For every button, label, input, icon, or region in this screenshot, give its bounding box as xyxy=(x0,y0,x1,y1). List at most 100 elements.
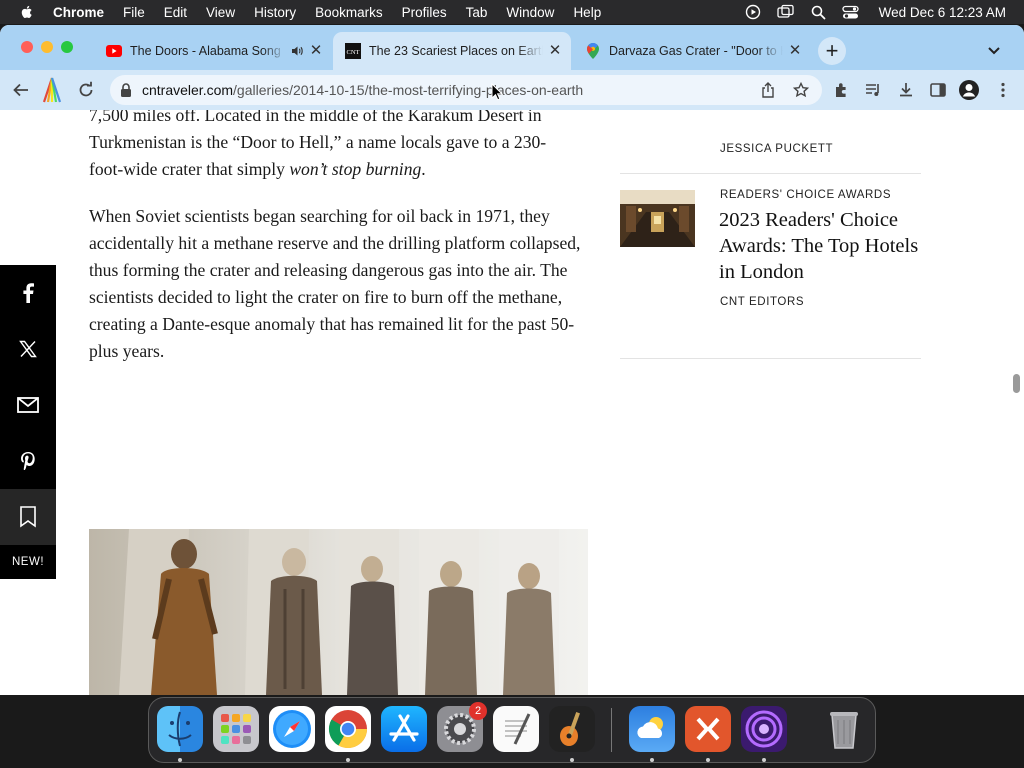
url-host: cntraveler.com xyxy=(142,82,234,98)
mouse-cursor-icon xyxy=(491,83,503,101)
svg-text:CNT: CNT xyxy=(347,49,360,56)
sidebar-divider xyxy=(620,173,921,174)
menu-edit[interactable]: Edit xyxy=(164,5,187,20)
hotel-thumbnail[interactable] xyxy=(620,190,695,247)
share-icon[interactable] xyxy=(760,82,776,98)
running-indicator xyxy=(570,758,574,762)
close-tab-icon[interactable]: ✕ xyxy=(308,43,324,59)
tab-cnt[interactable]: CNT The 23 Scariest Places on Earth ✕ xyxy=(333,32,571,70)
mail-icon xyxy=(17,397,39,413)
article-paragraph: When Soviet scientists began searching f… xyxy=(89,206,581,361)
menu-bar: Chrome File Edit View History Bookmarks … xyxy=(0,0,1024,24)
dock: 2 xyxy=(148,697,876,763)
running-indicator xyxy=(178,758,182,762)
article-line: 7,500 miles off. Located in the middle o… xyxy=(89,110,542,125)
tab-strip: The Doors - Alabama Song ✕ CNT The 23 Sc… xyxy=(0,25,1024,70)
menu-view[interactable]: View xyxy=(206,5,235,20)
web-page: 7,500 miles off. Located in the middle o… xyxy=(0,110,1024,695)
bookmark-icon xyxy=(20,506,36,528)
x-icon xyxy=(19,340,37,358)
save-bookmark-button[interactable] xyxy=(0,489,56,545)
speaker-icon[interactable] xyxy=(290,44,304,58)
download-icon[interactable] xyxy=(897,81,915,99)
zoom-window-button[interactable] xyxy=(61,41,73,53)
app-store-icon[interactable] xyxy=(381,706,427,752)
article-paragraph: 7,500 miles off. Located in the middle o… xyxy=(89,110,594,183)
facebook-icon xyxy=(23,283,34,303)
sidebar-divider xyxy=(620,358,921,359)
control-center-icon[interactable] xyxy=(842,5,859,20)
close-tab-icon[interactable]: ✕ xyxy=(787,43,803,59)
apple-icon[interactable] xyxy=(19,4,35,20)
tab-title: Darvaza Gas Crater - "Door to Hell" xyxy=(609,44,783,58)
now-playing-icon[interactable] xyxy=(745,4,761,20)
new-tab-button[interactable]: + xyxy=(818,37,846,65)
article-line: Turkmenistan is the “Door to Hell,” a na… xyxy=(89,132,547,152)
youtube-icon xyxy=(106,43,122,59)
menu-file[interactable]: File xyxy=(123,5,145,20)
close-window-button[interactable] xyxy=(21,41,33,53)
tab-title: The 23 Scariest Places on Earth xyxy=(369,44,543,58)
x-share-button[interactable] xyxy=(0,321,56,377)
running-indicator xyxy=(346,758,350,762)
prism-extension-icon[interactable] xyxy=(40,76,64,104)
menu-profiles[interactable]: Profiles xyxy=(402,5,447,20)
pinterest-icon xyxy=(21,452,35,470)
minimize-window-button[interactable] xyxy=(41,41,53,53)
menu-window[interactable]: Window xyxy=(506,5,554,20)
finder-icon[interactable] xyxy=(157,706,203,752)
menu-tab[interactable]: Tab xyxy=(466,5,488,20)
article-text: foot-wide crater that simply xyxy=(89,159,290,179)
share-rail: NEW! xyxy=(0,265,56,579)
article-line: foot-wide crater that simply won’t stop … xyxy=(89,156,594,183)
close-tab-icon[interactable]: ✕ xyxy=(547,43,563,59)
card-author[interactable]: CNT EDITORS xyxy=(720,296,804,308)
side-panel-icon[interactable] xyxy=(929,81,947,99)
launchpad-icon[interactable] xyxy=(213,706,259,752)
running-indicator xyxy=(650,758,654,762)
tab-google-maps[interactable]: Darvaza Gas Crater - "Door to Hell" ✕ xyxy=(573,32,811,70)
spotlight-search-icon[interactable] xyxy=(811,5,826,20)
podcast-icon[interactable] xyxy=(741,706,787,752)
email-share-button[interactable] xyxy=(0,377,56,433)
google-maps-icon xyxy=(585,43,601,59)
extensions-icon[interactable] xyxy=(833,81,851,99)
back-arrow-icon[interactable] xyxy=(12,81,30,99)
chrome-icon[interactable] xyxy=(325,706,371,752)
card-rubric[interactable]: READERS' CHOICE AWARDS xyxy=(720,189,891,201)
menu-help[interactable]: Help xyxy=(573,5,601,20)
sidebar-author[interactable]: JESSICA PUCKETT xyxy=(720,143,833,155)
media-controls-icon[interactable] xyxy=(864,81,882,99)
url-path: /galleries/2014-10-15/the-most-terrifyin… xyxy=(233,82,584,98)
more-menu-icon[interactable] xyxy=(994,81,1012,99)
safari-icon[interactable] xyxy=(269,706,315,752)
garageband-icon[interactable] xyxy=(549,706,595,752)
screen-mirroring-icon[interactable] xyxy=(777,4,795,20)
notification-badge: 2 xyxy=(469,702,487,720)
menubar-clock[interactable]: Wed Dec 6 12:23 AM xyxy=(879,5,1006,20)
pinterest-share-button[interactable] xyxy=(0,433,56,489)
weather-icon[interactable] xyxy=(629,706,675,752)
reload-icon[interactable] xyxy=(77,81,95,99)
tab-title: The Doors - Alabama Song xyxy=(130,44,281,58)
trash-icon[interactable] xyxy=(821,706,867,752)
catacombs-mummies-photo[interactable] xyxy=(89,529,588,695)
browser-toolbar: cntraveler.com/galleries/2014-10-15/the-… xyxy=(0,70,1024,110)
dock-separator xyxy=(611,708,612,752)
profile-avatar-icon[interactable] xyxy=(958,79,980,101)
new-label[interactable]: NEW! xyxy=(0,545,56,579)
menu-app-name[interactable]: Chrome xyxy=(53,5,104,20)
lock-icon[interactable] xyxy=(120,83,132,97)
tab-search-chevron-icon[interactable] xyxy=(985,41,1003,59)
textedit-icon[interactable] xyxy=(493,706,539,752)
bookmark-star-icon[interactable] xyxy=(793,82,809,98)
remote-desktop-icon[interactable] xyxy=(685,706,731,752)
address-bar[interactable]: cntraveler.com/galleries/2014-10-15/the-… xyxy=(110,75,822,105)
menu-history[interactable]: History xyxy=(254,5,296,20)
facebook-share-button[interactable] xyxy=(0,265,56,321)
card-title[interactable]: 2023 Readers' Choice Awards: The Top Hot… xyxy=(719,207,929,285)
tab-youtube[interactable]: The Doors - Alabama Song ✕ xyxy=(94,32,332,70)
menu-bookmarks[interactable]: Bookmarks xyxy=(315,5,383,20)
article-emphasis: won’t stop burning xyxy=(289,159,422,179)
page-scrollbar[interactable] xyxy=(1013,374,1020,393)
